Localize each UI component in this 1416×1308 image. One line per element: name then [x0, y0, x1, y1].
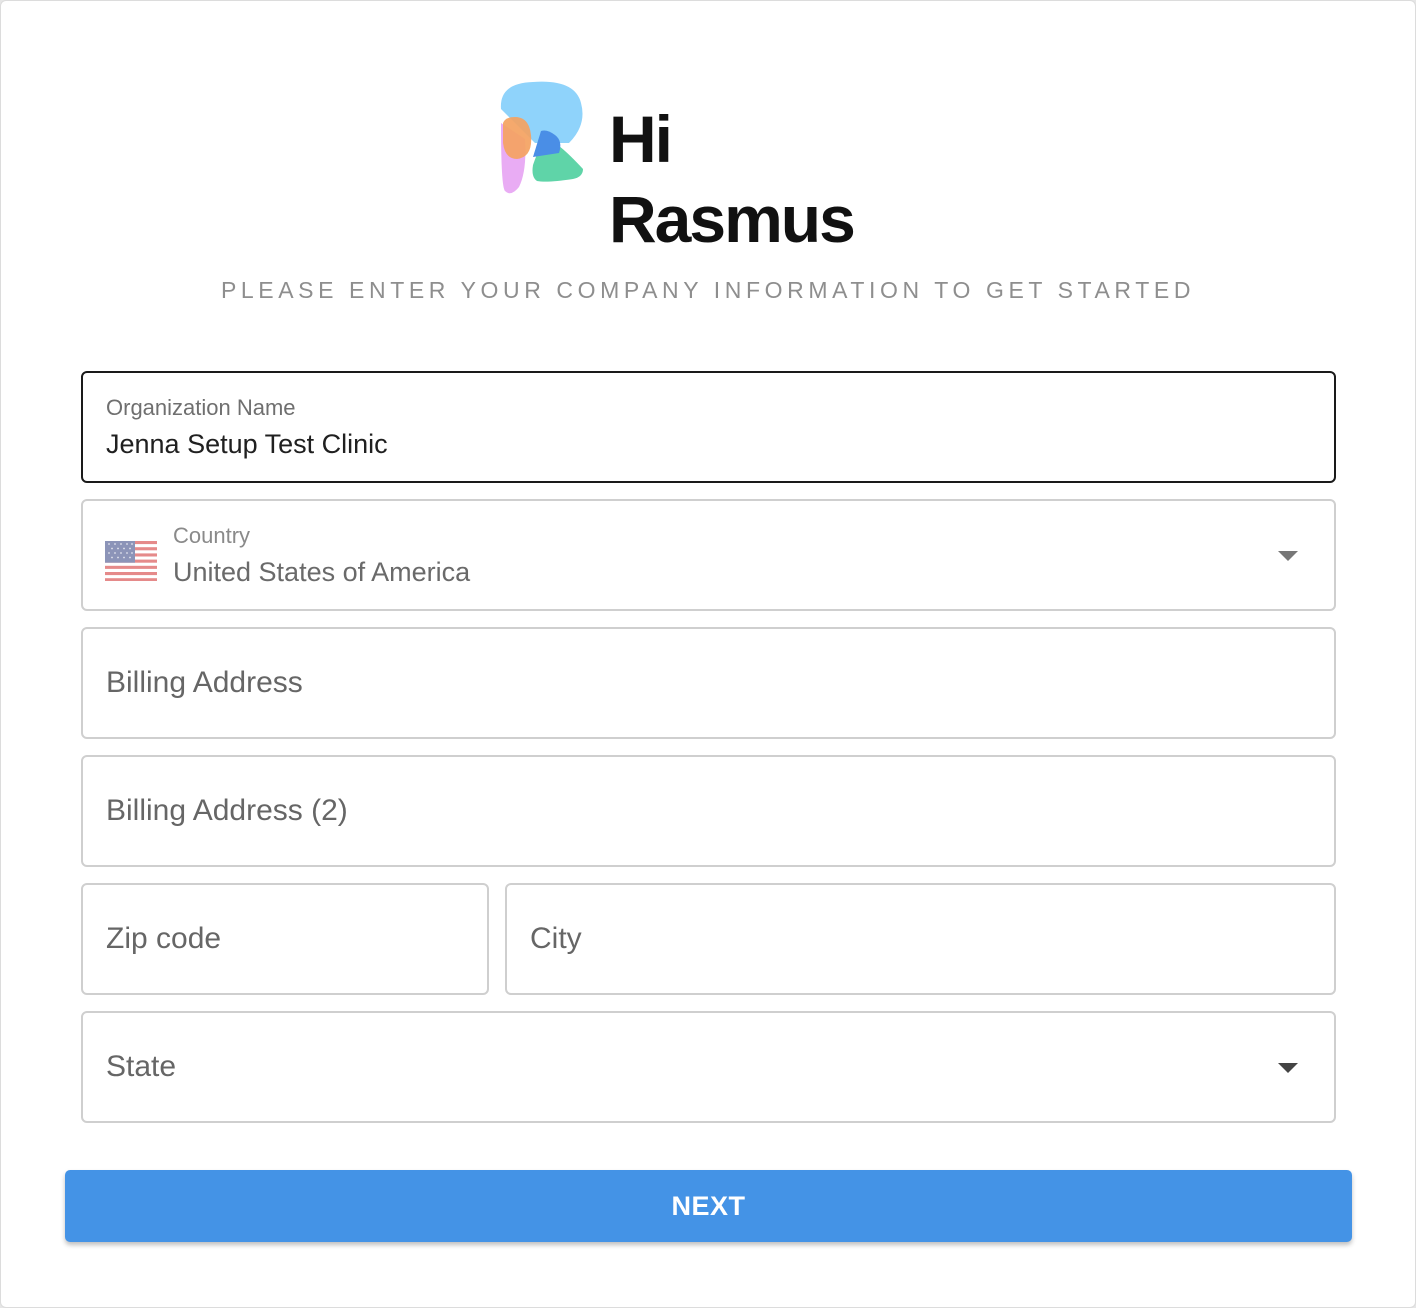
- billing-address-field[interactable]: Billing Address: [81, 627, 1336, 739]
- zip-code-placeholder: Zip code: [106, 922, 222, 955]
- billing-address-2-placeholder: Billing Address (2): [106, 794, 348, 827]
- country-label: Country: [173, 523, 251, 548]
- us-flag-icon: [105, 541, 157, 581]
- state-select[interactable]: State: [81, 1011, 1336, 1123]
- organization-name-field[interactable]: Organization Name Jenna Setup Test Clini…: [81, 371, 1336, 483]
- country-select[interactable]: Country United States of America: [81, 499, 1336, 611]
- page-subtitle: PLEASE ENTER YOUR COMPANY INFORMATION TO…: [220, 277, 1196, 303]
- organization-name-label: Organization Name: [106, 395, 296, 420]
- chevron-down-icon[interactable]: [1278, 1063, 1298, 1073]
- state-placeholder: State: [106, 1050, 177, 1083]
- next-button[interactable]: NEXT: [65, 1170, 1352, 1242]
- city-placeholder: City: [530, 922, 582, 955]
- zip-code-field[interactable]: Zip code: [81, 883, 489, 995]
- signup-card: Hi Rasmus PLEASE ENTER YOUR COMPANY INFO…: [0, 0, 1416, 1308]
- organization-name-value[interactable]: Jenna Setup Test Clinic: [106, 429, 388, 460]
- brand: Hi Rasmus: [497, 79, 927, 256]
- city-field[interactable]: City: [505, 883, 1336, 995]
- country-value: United States of America: [173, 557, 471, 587]
- hi-rasmus-logo-icon: [500, 81, 583, 194]
- chevron-down-icon[interactable]: [1278, 551, 1298, 561]
- billing-address-placeholder: Billing Address: [106, 666, 303, 699]
- billing-address-2-field[interactable]: Billing Address (2): [81, 755, 1336, 867]
- brand-name: Hi Rasmus: [609, 102, 856, 256]
